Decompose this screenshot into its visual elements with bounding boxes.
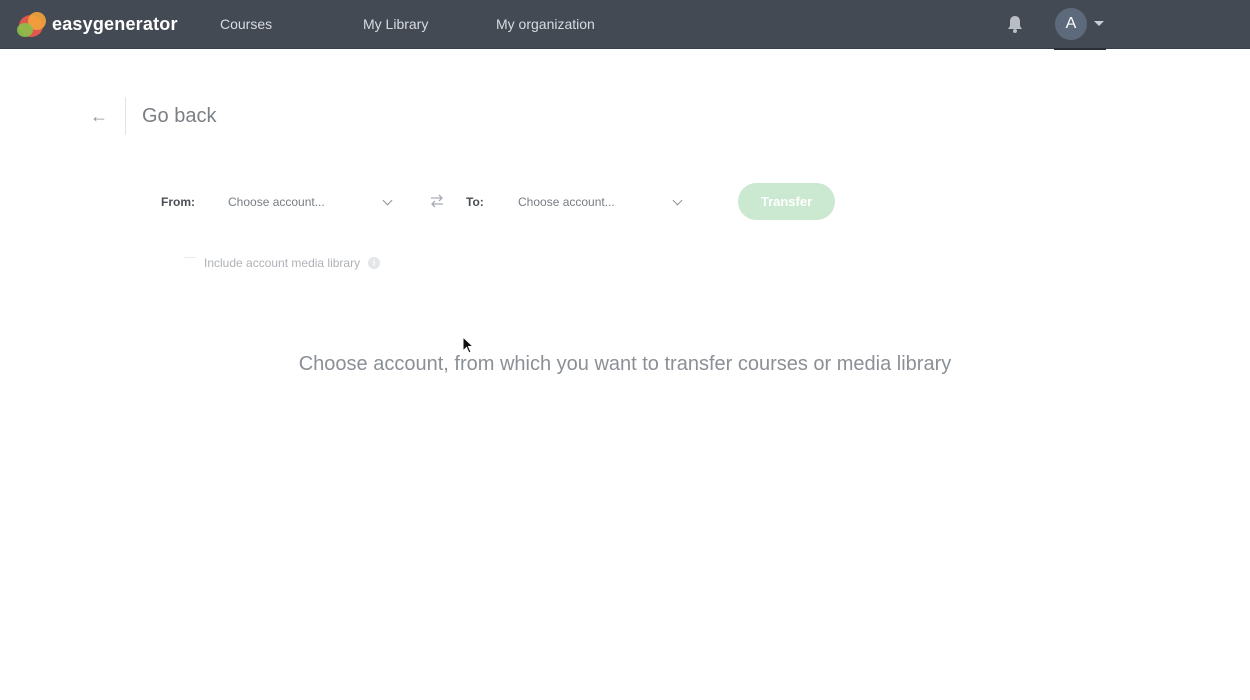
include-media-library-option[interactable]: Include account media library i (184, 254, 381, 272)
back-arrow-icon[interactable]: ← (88, 106, 110, 127)
from-account-select[interactable]: Choose account... (228, 190, 394, 214)
from-label: From: (161, 195, 195, 209)
to-label: To: (466, 195, 484, 209)
swap-arrows-icon[interactable] (428, 193, 446, 209)
mouse-cursor-icon (462, 336, 474, 354)
go-back-label[interactable]: Go back (142, 105, 216, 128)
nav-my-organization[interactable]: My organization (496, 16, 595, 34)
include-media-checkbox[interactable] (184, 256, 196, 270)
nav-my-library[interactable]: My Library (363, 16, 428, 34)
chevron-down-icon (382, 195, 393, 206)
bell-icon[interactable] (1006, 14, 1024, 34)
go-back-link[interactable]: ← Go back (88, 96, 216, 136)
back-separator (125, 97, 126, 135)
to-select-value: Choose account... (518, 195, 615, 209)
empty-state-hint: Choose account, from which you want to t… (298, 353, 952, 375)
user-menu[interactable]: A (1054, 8, 1106, 50)
info-icon[interactable]: i (368, 257, 381, 269)
transfer-button[interactable]: Transfer (738, 183, 835, 220)
caret-down-icon[interactable] (1094, 21, 1104, 26)
nav-courses[interactable]: Courses (220, 16, 272, 34)
logo-mark-icon (16, 10, 48, 38)
from-select-value: Choose account... (228, 195, 325, 209)
logo-text: easygenerator (52, 13, 178, 34)
easygenerator-logo[interactable]: easygenerator (16, 9, 178, 39)
to-account-select[interactable]: Choose account... (518, 190, 684, 214)
include-media-label[interactable]: Include account media library (204, 256, 360, 270)
avatar[interactable]: A (1055, 8, 1087, 40)
chevron-down-icon (672, 195, 683, 206)
top-navigation-bar: easygenerator Courses My Library My orga… (0, 0, 1250, 50)
